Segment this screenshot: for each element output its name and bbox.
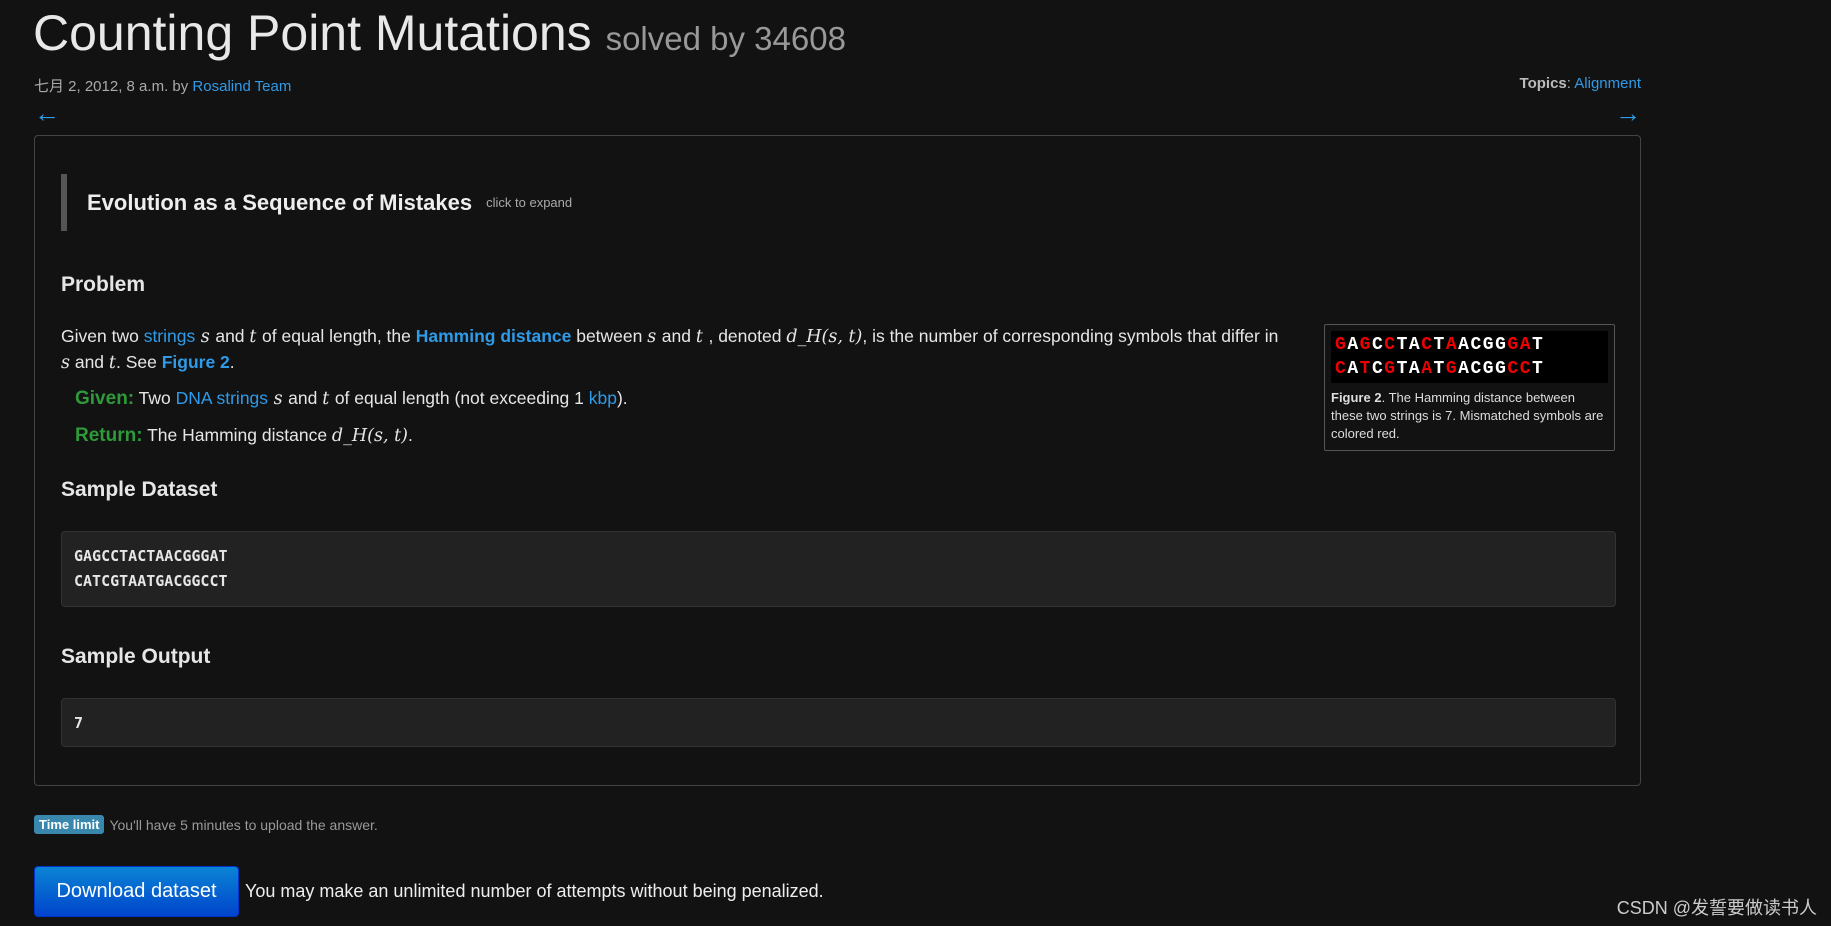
problem-box: Evolution as a Sequence of Mistakes clic… <box>34 135 1641 786</box>
base: A <box>1458 335 1471 355</box>
mismatch-base: G <box>1507 335 1520 355</box>
mismatch-base: T <box>1359 359 1372 379</box>
time-limit-badge: Time limit <box>34 815 105 834</box>
base: A <box>1347 335 1360 355</box>
base: A <box>1408 335 1422 355</box>
mismatch-base: A <box>1519 335 1532 355</box>
base: G <box>1495 335 1508 355</box>
hamming-link[interactable]: Hamming distance <box>416 326 572 346</box>
mismatch-base: A <box>1421 359 1434 379</box>
expand-link[interactable]: click to expand <box>486 195 572 210</box>
mismatch-base: C <box>1421 335 1434 355</box>
topics: Topics: Alignment <box>1519 75 1641 92</box>
kbp-link[interactable]: kbp <box>589 388 617 408</box>
base: A <box>1408 359 1422 379</box>
base: T <box>1396 335 1409 355</box>
problem-heading: Problem <box>61 273 146 296</box>
base: C <box>1470 359 1483 379</box>
base: C <box>1371 335 1385 355</box>
mismatch-base: G <box>1359 335 1372 355</box>
author-link[interactable]: Rosalind Team <box>192 78 291 95</box>
base: T <box>1433 359 1446 379</box>
watermark: CSDN @发誓要做读书人 <box>1616 898 1817 918</box>
base: A <box>1347 359 1360 379</box>
sample-dataset-heading: Sample Dataset <box>61 478 218 501</box>
strings-link[interactable]: strings <box>144 326 196 346</box>
problem-text: Given two strings s and t of equal lengt… <box>61 326 1279 373</box>
download-dataset-button[interactable]: Download dataset <box>34 866 239 917</box>
base: T <box>1396 359 1409 379</box>
return-line: Return: The Hamming distance d_H(s, t). <box>75 425 413 446</box>
base: A <box>1458 359 1471 379</box>
page-title: Counting Point Mutations solved by 34608 <box>33 5 846 61</box>
sample-output: 7 <box>61 698 1616 747</box>
next-arrow-icon[interactable]: → <box>1615 98 1641 129</box>
base: G <box>1495 359 1508 379</box>
mismatch-base: G <box>1384 359 1397 379</box>
base: G <box>1482 359 1496 379</box>
base: C <box>1470 335 1483 355</box>
figure-link[interactable]: Figure 2 <box>162 352 230 372</box>
topic-link[interactable]: Alignment <box>1574 75 1641 92</box>
base: C <box>1371 359 1385 379</box>
mismatch-base: G <box>1445 359 1459 379</box>
mismatch-base: C <box>1335 359 1348 379</box>
mismatch-base: C <box>1507 359 1520 379</box>
dna-strings-link[interactable]: DNA strings <box>176 388 268 408</box>
sample-dataset: GAGCCTACTAACGGGAT CATCGTAATGACGGCCT <box>61 531 1616 607</box>
download-area: Download dataset You may make an unlimite… <box>34 866 824 917</box>
meta-line: 七月 2, 2012, 8 a.m. by Rosalind Team <box>34 78 292 95</box>
prev-arrow-icon[interactable]: ← <box>34 98 60 129</box>
dna-alignment: GAGCCTACTAACGGGAT CATCGTAATGACGGCCT <box>1331 331 1608 383</box>
story-expander[interactable]: Evolution as a Sequence of Mistakes clic… <box>61 174 572 231</box>
mismatch-base: A <box>1445 335 1459 355</box>
mismatch-base: C <box>1384 335 1397 355</box>
base: T <box>1532 335 1545 355</box>
base: G <box>1482 335 1496 355</box>
base: T <box>1433 335 1446 355</box>
sample-output-heading: Sample Output <box>61 645 211 668</box>
figure-2: GAGCCTACTAACGGGAT CATCGTAATGACGGCCT Figur… <box>1324 324 1615 451</box>
mismatch-base: G <box>1335 335 1348 355</box>
solved-count: solved by 34608 <box>605 20 846 57</box>
base: T <box>1532 359 1545 379</box>
time-limit: Time limit You'll have 5 minutes to uploa… <box>34 815 378 834</box>
given-line: Given: Two DNA strings s and t of equal … <box>75 388 628 409</box>
mismatch-base: C <box>1519 359 1532 379</box>
